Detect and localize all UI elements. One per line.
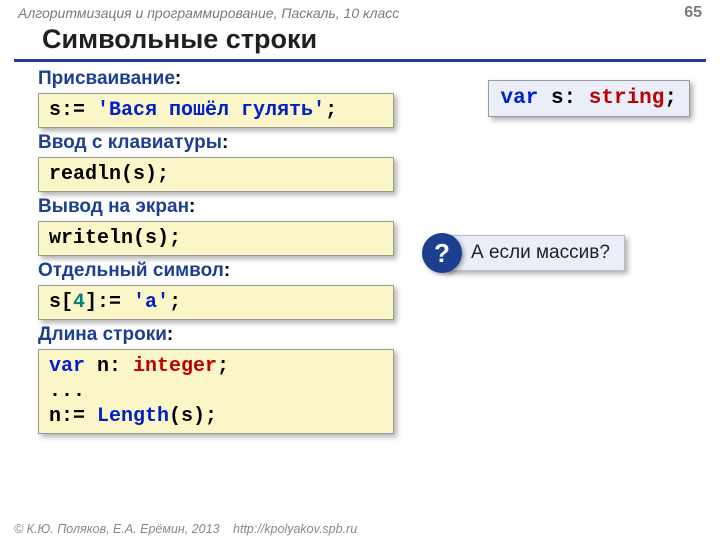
question-icon: ? bbox=[422, 233, 462, 273]
code-len-l1b: n: bbox=[85, 355, 133, 378]
code-assign-str: 'Вася пошёл гулять' bbox=[97, 99, 325, 122]
footer-url: http://kpolyakov.spb.ru bbox=[233, 522, 357, 536]
label-len-text: Длина строки bbox=[38, 324, 167, 345]
colon: : bbox=[222, 132, 228, 153]
code-len-l3a: n:= bbox=[49, 405, 97, 428]
colon: : bbox=[224, 260, 230, 281]
course-label: Алгоритмизация и программирование, Паска… bbox=[18, 5, 399, 21]
label-output-text: Вывод на экран bbox=[38, 196, 189, 217]
label-output: Вывод на экран: bbox=[38, 196, 720, 218]
code-char-a: s[ bbox=[49, 291, 73, 314]
code-input-text: readln(s); bbox=[49, 163, 169, 186]
label-input-text: Ввод с клавиатуры bbox=[38, 132, 222, 153]
code-char-c: ; bbox=[169, 291, 181, 314]
label-assign-text: Присваивание bbox=[38, 68, 175, 89]
code-output-text: writeln(s); bbox=[49, 227, 181, 250]
footer-authors: © К.Ю. Поляков, Е.А. Ерёмин, 2013 bbox=[14, 522, 220, 536]
code-char: s[4]:= 'a'; bbox=[38, 285, 394, 320]
code-assign-r: ; bbox=[325, 99, 337, 122]
colon: : bbox=[189, 196, 195, 217]
code-len-ellipsis: ... bbox=[49, 379, 383, 404]
page-number: 65 bbox=[684, 4, 702, 22]
label-char-text: Отдельный символ bbox=[38, 260, 224, 281]
callout: ? А если массив? bbox=[422, 233, 625, 273]
code-assign: s:= 'Вася пошёл гулять'; bbox=[38, 93, 394, 128]
label-input: Ввод с клавиатуры: bbox=[38, 132, 720, 154]
code-char-b: ]:= bbox=[85, 291, 133, 314]
keyword-var: var bbox=[49, 355, 85, 378]
colon: : bbox=[167, 324, 173, 345]
code-input: readln(s); bbox=[38, 157, 394, 192]
code-output: writeln(s); bbox=[38, 221, 394, 256]
code-assign-l: s:= bbox=[49, 99, 97, 122]
callout-box: А если массив? bbox=[444, 235, 625, 271]
type-integer: integer bbox=[133, 355, 217, 378]
code-len: var n: integer; ... n:= Length(s); bbox=[38, 349, 394, 434]
label-len: Длина строки: bbox=[38, 324, 720, 346]
colon: : bbox=[175, 68, 181, 89]
page-title: Символьные строки bbox=[14, 24, 706, 62]
label-assign: Присваивание: bbox=[38, 68, 720, 90]
code-len-l1d: ; bbox=[217, 355, 229, 378]
header-bar: Алгоритмизация и программирование, Паска… bbox=[0, 0, 720, 24]
code-len-l3c: (s); bbox=[169, 405, 217, 428]
code-char-idx: 4 bbox=[73, 291, 85, 314]
footer: © К.Ю. Поляков, Е.А. Ерёмин, 2013 http:/… bbox=[14, 522, 357, 536]
func-length: Length bbox=[97, 405, 169, 428]
code-char-val: 'a' bbox=[133, 291, 169, 314]
